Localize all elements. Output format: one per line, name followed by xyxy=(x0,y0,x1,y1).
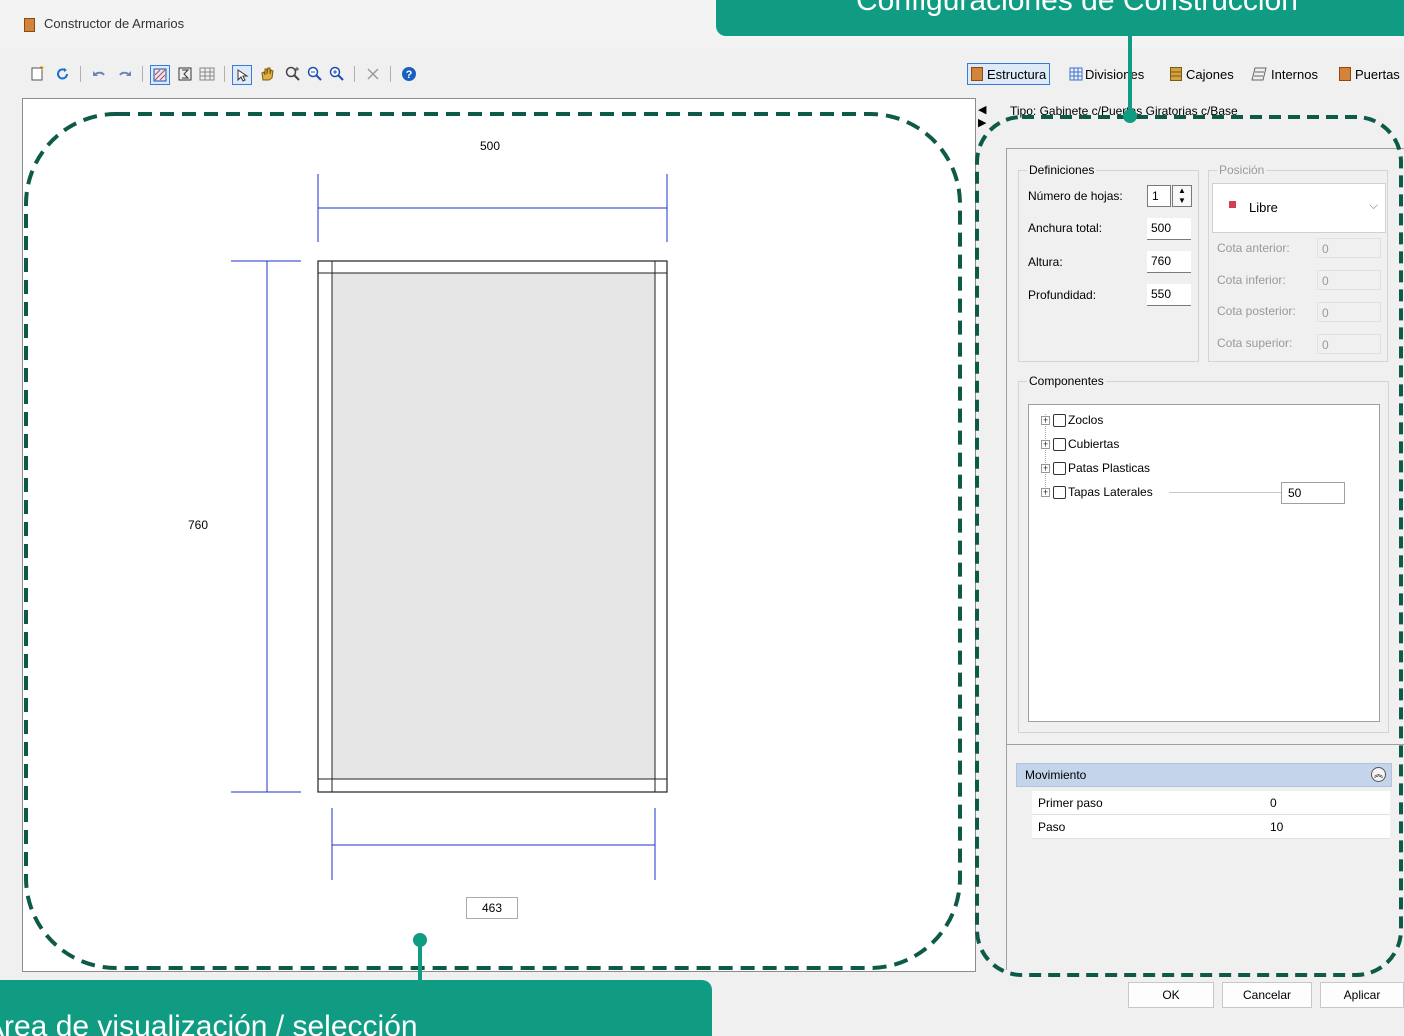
viewing-area-callout: Área de visualización / selección xyxy=(0,980,712,1036)
construction-settings-callout: Configuraciones de Construcción xyxy=(716,0,1404,36)
annotation-overlay xyxy=(24,28,1403,980)
